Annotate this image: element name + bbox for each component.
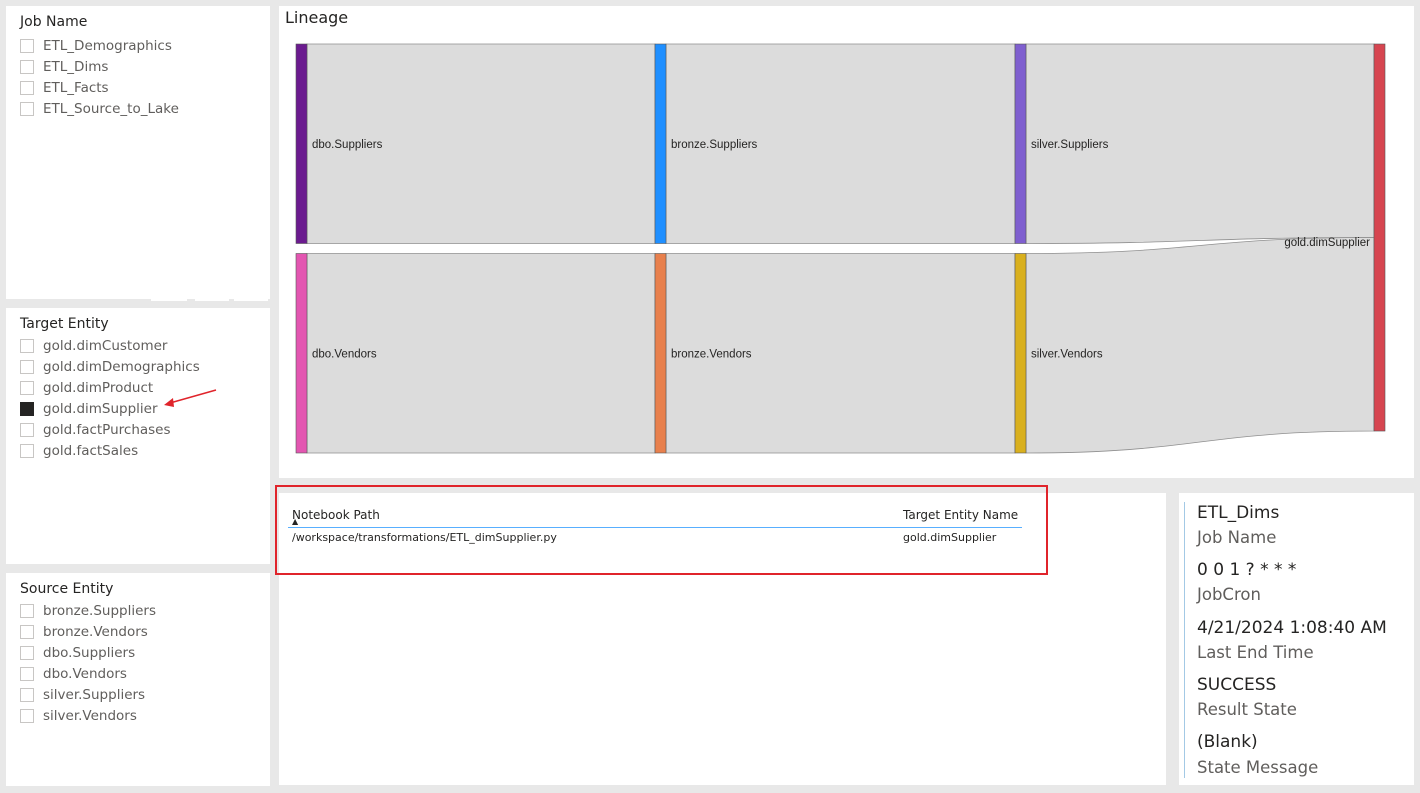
card-label-result-state: Result State: [1197, 700, 1297, 719]
slicer-item-label: gold.dimDemographics: [43, 358, 200, 375]
slicer-item-gold-factsales[interactable]: gold.factSales: [20, 440, 200, 461]
slicer-item-dbo-vendors[interactable]: dbo.Vendors: [20, 663, 156, 684]
table-focus-highlight: [275, 485, 1048, 575]
sankey-node-label: silver.Suppliers: [1031, 139, 1109, 151]
card-value-last-end-time: 4/21/2024 1:08:40 AM: [1197, 618, 1387, 638]
checkbox[interactable]: [20, 645, 34, 660]
lineage-sankey: dbo.Suppliers dbo.Vendors bronze.Suppliers…: [295, 43, 1386, 454]
slicer-item-label: bronze.Suppliers: [43, 602, 156, 619]
sankey-node-bronze-vendors[interactable]: [654, 253, 667, 454]
sankey-node-dbo-suppliers[interactable]: [295, 43, 308, 244]
slicer-item-label: bronze.Vendors: [43, 623, 148, 640]
checkbox-checked[interactable]: [20, 401, 34, 416]
checkbox[interactable]: [20, 443, 34, 458]
checkbox[interactable]: [20, 359, 34, 374]
slicer-item-label: gold.dimCustomer: [43, 337, 168, 354]
slicer-item-label: silver.Vendors: [43, 707, 137, 724]
slicer-item-etl-facts[interactable]: ETL_Facts: [20, 77, 179, 98]
visual-header-fragment: [195, 293, 229, 301]
slicer-item-label: dbo.Vendors: [43, 665, 127, 682]
checkbox[interactable]: [20, 38, 34, 53]
sankey-node-label: gold.dimSupplier: [1284, 237, 1370, 249]
sankey-node-label: bronze.Vendors: [671, 348, 752, 360]
slicer-item-bronze-suppliers[interactable]: bronze.Suppliers: [20, 600, 156, 621]
slicer-item-silver-vendors[interactable]: silver.Vendors: [20, 705, 156, 726]
checkbox[interactable]: [20, 687, 34, 702]
card-value-job-name: ETL_Dims: [1197, 503, 1280, 523]
slicer-item-label: gold.factSales: [43, 442, 139, 459]
sort-ascending-icon[interactable]: ▲: [292, 517, 298, 526]
slicer-item-label: gold.dimSupplier: [43, 400, 158, 417]
sankey-node-dbo-vendors[interactable]: [295, 253, 308, 454]
sankey-link-silver-vendors[interactable]: [1025, 237, 1375, 454]
lineage-visual: Lineage dbo.Suppliers dbo.Vendors bronze.S…: [279, 6, 1414, 478]
slicer-item-dbo-suppliers[interactable]: dbo.Suppliers: [20, 642, 156, 663]
checkbox[interactable]: [20, 380, 34, 395]
slicer-item-gold-dimdemographics[interactable]: gold.dimDemographics: [20, 356, 200, 377]
job-name-list: ETL_Demographics ETL_Dims ETL_Facts ETL_…: [20, 35, 179, 119]
sankey-node-label: bronze.Suppliers: [671, 139, 758, 151]
card-label-last-end-time: Last End Time: [1197, 643, 1314, 662]
sankey-node-gold-dimsupplier[interactable]: [1373, 43, 1386, 432]
sankey-node-silver-vendors[interactable]: [1014, 253, 1027, 454]
slicer-item-label: gold.dimProduct: [43, 379, 154, 396]
checkbox[interactable]: [20, 708, 34, 723]
source-entity-slicer-title: Source Entity: [20, 581, 114, 597]
checkbox[interactable]: [20, 422, 34, 437]
table-cell-notebook-path: /workspace/transformations/ETL_dimSuppli…: [292, 531, 557, 544]
checkbox[interactable]: [20, 624, 34, 639]
slicer-item-label: ETL_Facts: [43, 79, 109, 96]
checkbox[interactable]: [20, 101, 34, 116]
target-entity-slicer: Target Entity gold.dimCustomer gold.dimD…: [6, 308, 270, 564]
checkbox[interactable]: [20, 666, 34, 681]
source-entity-slicer: Source Entity bronze.Suppliers bronze.Ve…: [6, 573, 270, 786]
slicer-item-label: ETL_Source_to_Lake: [43, 100, 179, 117]
card-value-result-state: SUCCESS: [1197, 675, 1277, 695]
table-cell-target-entity-name: gold.dimSupplier: [903, 531, 997, 544]
sankey-node-label: dbo.Suppliers: [312, 139, 383, 151]
annotation-arrow-icon: [164, 389, 217, 407]
visual-header-fragment: [151, 293, 187, 301]
sankey-node-silver-suppliers[interactable]: [1014, 43, 1027, 244]
checkbox[interactable]: [20, 80, 34, 95]
job-name-slicer: Job Name ETL_Demographics ETL_Dims ETL_F…: [6, 6, 270, 299]
column-header-notebook-path[interactable]: Notebook Path: [292, 508, 380, 522]
slicer-item-label: ETL_Dims: [43, 58, 109, 75]
card-value-jobcron: 0 0 1 ? * * *: [1197, 560, 1297, 580]
slicer-item-gold-dimcustomer[interactable]: gold.dimCustomer: [20, 335, 200, 356]
slicer-item-label: gold.factPurchases: [43, 421, 171, 438]
slicer-item-label: ETL_Demographics: [43, 37, 172, 54]
slicer-item-etl-demographics[interactable]: ETL_Demographics: [20, 35, 179, 56]
checkbox[interactable]: [20, 603, 34, 618]
card-accent-bar: [1184, 502, 1185, 778]
slicer-item-gold-factpurchases[interactable]: gold.factPurchases: [20, 419, 200, 440]
card-value-state-message: (Blank): [1197, 732, 1258, 752]
sankey-node-label: silver.Vendors: [1031, 348, 1103, 360]
checkbox[interactable]: [20, 338, 34, 353]
slicer-item-label: silver.Suppliers: [43, 686, 146, 703]
sankey-node-label: dbo.Vendors: [312, 348, 377, 360]
slicer-item-bronze-vendors[interactable]: bronze.Vendors: [20, 621, 156, 642]
target-entity-slicer-title: Target Entity: [20, 316, 109, 332]
slicer-item-label: dbo.Suppliers: [43, 644, 136, 661]
source-entity-list: bronze.Suppliers bronze.Vendors dbo.Supp…: [20, 600, 156, 726]
slicer-item-silver-suppliers[interactable]: silver.Suppliers: [20, 684, 156, 705]
column-header-target-entity-name[interactable]: Target Entity Name: [903, 508, 1018, 522]
job-name-slicer-title: Job Name: [20, 14, 88, 30]
header-divider: [288, 527, 1022, 528]
card-label-jobcron: JobCron: [1197, 585, 1261, 604]
visual-header-fragment: [234, 293, 268, 301]
sankey-node-bronze-suppliers[interactable]: [654, 43, 667, 244]
slicer-item-etl-source-to-lake[interactable]: ETL_Source_to_Lake: [20, 98, 179, 119]
card-label-job-name: Job Name: [1197, 528, 1277, 547]
checkbox[interactable]: [20, 59, 34, 74]
card-label-state-message: State Message: [1197, 758, 1319, 777]
slicer-item-etl-dims[interactable]: ETL_Dims: [20, 56, 179, 77]
